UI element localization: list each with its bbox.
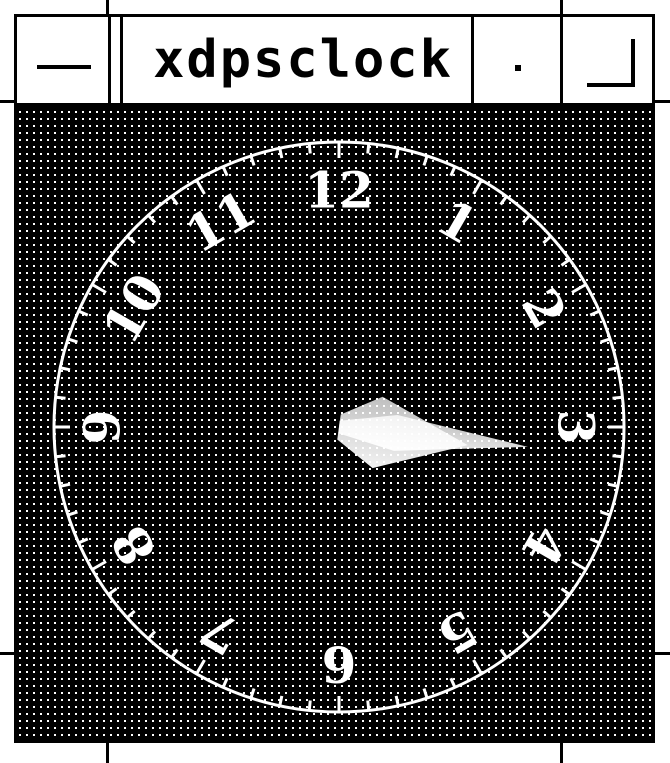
clock-face-area: 12 1 2 3 4 5 6 7 8 9 10 11: [14, 106, 655, 743]
minute-tick: [607, 482, 619, 488]
frame-tick-bottom-left: [106, 740, 109, 763]
minute-tick: [55, 454, 66, 459]
maximize-button[interactable]: [563, 17, 652, 103]
title-bar[interactable]: xdpsclock: [14, 14, 655, 106]
dot-icon: [515, 65, 521, 71]
minute-tick: [366, 700, 371, 711]
window-menu-button[interactable]: [17, 17, 111, 103]
minute-tick: [59, 482, 71, 488]
hour-numeral-6: 6: [322, 635, 357, 694]
hour-numeral-3: 3: [547, 410, 606, 445]
minute-tick: [607, 366, 619, 372]
minute-tick: [59, 366, 71, 372]
minute-tick: [278, 695, 284, 707]
maximize-corner-icon: [587, 39, 635, 87]
minute-tick: [612, 454, 623, 459]
minute-tick: [278, 147, 284, 159]
hour-numeral-9: 9: [73, 410, 132, 445]
minute-tick: [55, 395, 66, 400]
frame-tick-bottom-right: [560, 740, 563, 763]
clock-face: 12 1234567891011: [17, 109, 652, 740]
minute-tick: [307, 700, 312, 711]
xdpsclock-window: xdpsclock 12 1 2 3 4 5 6 7 8 9 10 11: [0, 0, 670, 763]
title-separator: [111, 17, 123, 103]
minute-tick: [612, 395, 623, 400]
iconify-button[interactable]: [474, 17, 563, 103]
hour-numeral-12: 12: [304, 161, 374, 220]
minimize-bar-icon: [37, 65, 91, 69]
minute-tick: [366, 143, 371, 154]
minute-tick: [394, 147, 400, 159]
window-title[interactable]: xdpsclock: [123, 17, 483, 103]
minute-tick: [307, 143, 312, 154]
minute-tick: [394, 695, 400, 707]
